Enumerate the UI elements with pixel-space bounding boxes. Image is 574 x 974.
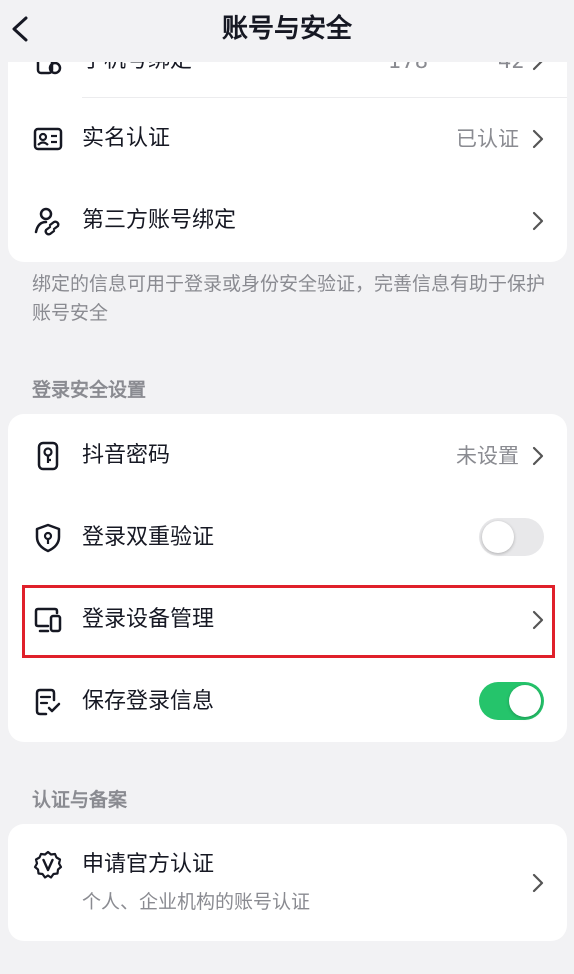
toggle-knob (482, 521, 514, 553)
save-login-info-label: 保存登录信息 (82, 689, 215, 714)
account-note: 绑定的信息可用于登录或身份安全验证，完善信息有助于保护账号安全 (32, 273, 546, 324)
chevron-right-icon (531, 128, 545, 150)
password-status: 未设置 (456, 444, 519, 468)
device-management-row[interactable]: 登录设备管理 (8, 578, 567, 660)
chevron-right-icon (531, 872, 545, 894)
verified-v-icon (32, 849, 64, 881)
two-factor-toggle[interactable] (479, 518, 544, 556)
thirdparty-binding-label: 第三方账号绑定 (82, 208, 237, 233)
chevron-right-icon (531, 210, 545, 232)
section-title-login-security: 登录安全设置 (32, 379, 147, 401)
id-card-icon (32, 123, 64, 155)
toggle-knob (509, 685, 541, 717)
section-title-verification: 认证与备案 (32, 789, 128, 811)
login-security-card: 抖音密码 未设置 登录双重验证 登录设备管理 保存登录信息 (8, 414, 567, 742)
two-factor-label: 登录双重验证 (82, 525, 215, 550)
document-check-icon (32, 686, 64, 718)
chevron-right-icon (531, 445, 545, 467)
douyin-password-label: 抖音密码 (82, 443, 171, 468)
save-login-info-toggle[interactable] (479, 682, 544, 720)
official-verification-label: 申请官方认证 (82, 852, 215, 877)
shield-icon (32, 522, 64, 554)
key-icon (32, 440, 64, 472)
official-verification-row[interactable]: 申请官方认证 个人、企业机构的账号认证 (8, 824, 567, 941)
account-link-icon (32, 205, 64, 237)
verification-card: 申请官方认证 个人、企业机构的账号认证 (8, 824, 567, 941)
realname-row[interactable]: 实名认证 已认证 (8, 98, 567, 180)
page-title: 账号与安全 (221, 14, 352, 44)
save-login-info-row: 保存登录信息 (8, 660, 567, 742)
realname-label: 实名认证 (82, 126, 171, 151)
realname-status: 已认证 (456, 127, 519, 151)
official-verification-subtitle: 个人、企业机构的账号认证 (82, 891, 311, 913)
two-factor-row: 登录双重验证 (8, 496, 567, 578)
thirdparty-binding-row[interactable]: 第三方账号绑定 (8, 180, 567, 262)
douyin-password-row[interactable]: 抖音密码 未设置 (8, 414, 567, 496)
chevron-right-icon (531, 609, 545, 631)
nav-bar: 账号与安全 (0, 0, 574, 62)
device-management-label: 登录设备管理 (82, 607, 215, 632)
devices-icon (32, 604, 64, 636)
